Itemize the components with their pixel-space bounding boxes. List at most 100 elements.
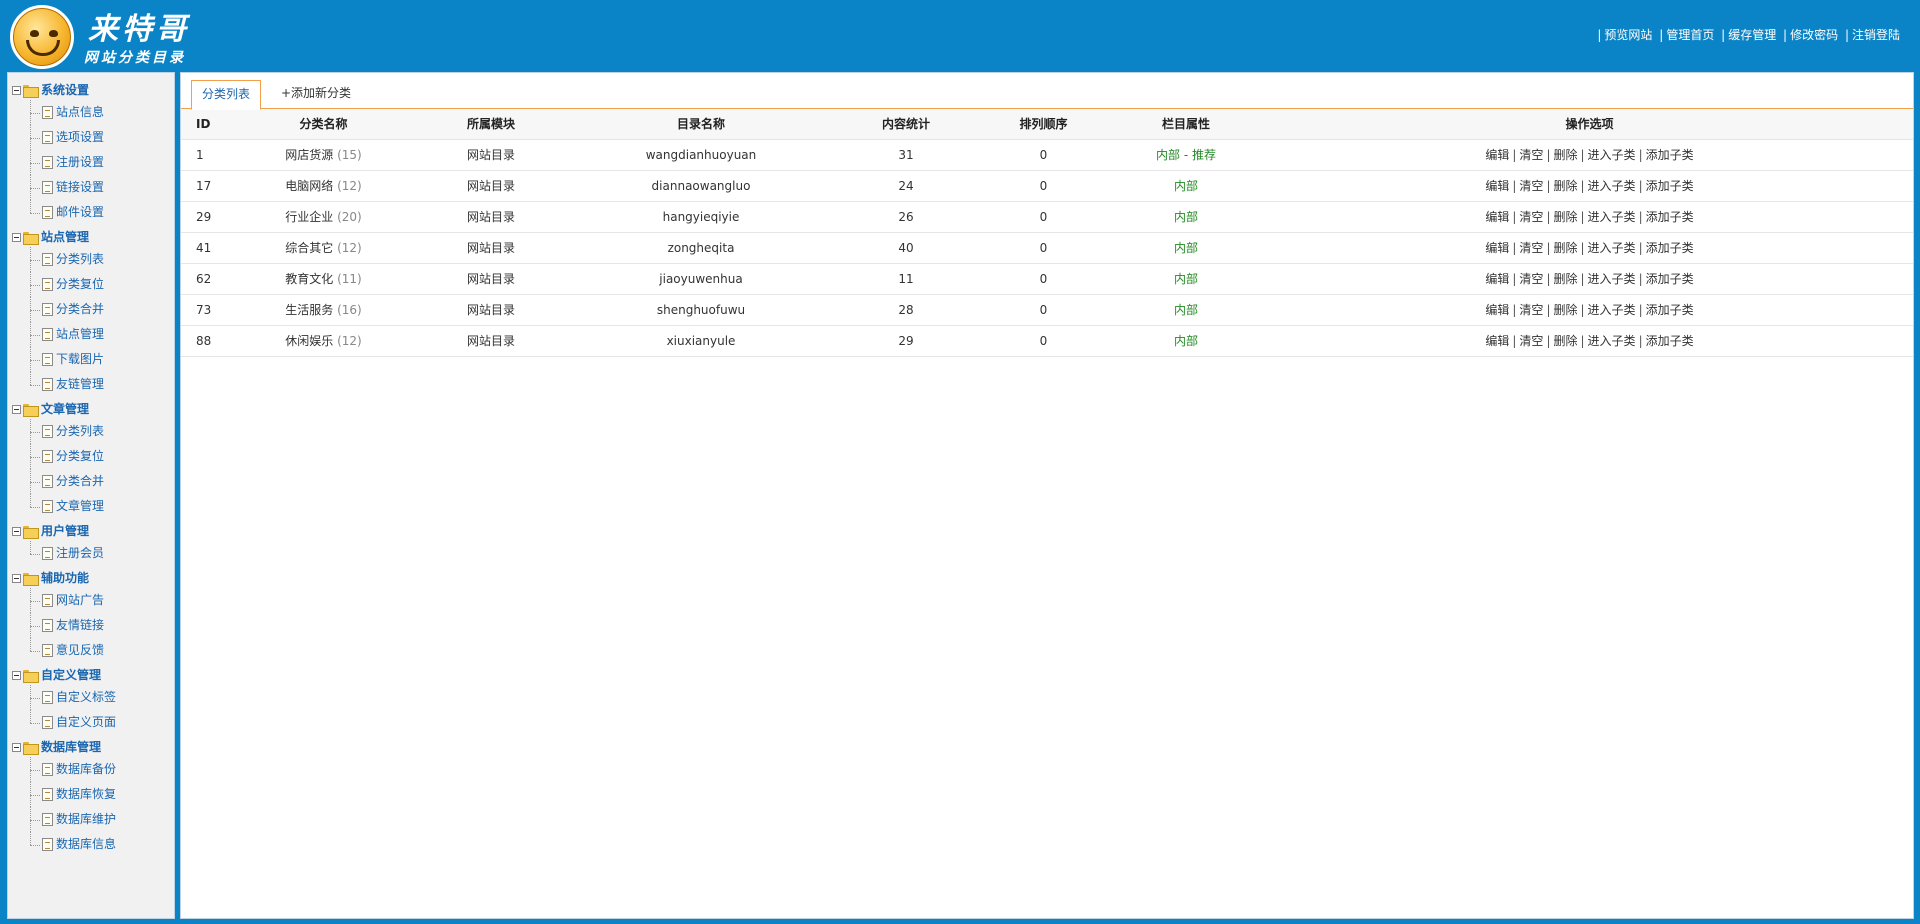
admin-home-link[interactable]: 管理首页 <box>1666 28 1714 42</box>
sidebar-item[interactable]: 数据库备份 <box>30 757 174 782</box>
logout-link[interactable]: 注销登陆 <box>1852 28 1900 42</box>
sidebar-item[interactable]: 邮件设置 <box>30 200 174 225</box>
sidebar-item[interactable]: 分类复位 <box>30 272 174 297</box>
sidebar-item[interactable]: 文章管理 <box>30 494 174 519</box>
delete-link[interactable]: 删除 <box>1553 272 1577 286</box>
sidebar-item[interactable]: 分类合并 <box>30 297 174 322</box>
collapse-icon[interactable] <box>12 404 21 414</box>
category-name[interactable]: 行业企业 <box>285 210 333 224</box>
sidebar-item[interactable]: 数据库信息 <box>30 832 174 857</box>
category-name[interactable]: 生活服务 <box>285 303 333 317</box>
category-name[interactable]: 休闲娱乐 <box>285 334 333 348</box>
enter-subcategory-link[interactable]: 进入子类 <box>1588 210 1636 224</box>
edit-link[interactable]: 编辑 <box>1485 241 1509 255</box>
add-subcategory-link[interactable]: 添加子类 <box>1646 272 1694 286</box>
sidebar-group-title[interactable]: 辅助功能 <box>12 568 174 588</box>
enter-subcategory-link[interactable]: 进入子类 <box>1588 148 1636 162</box>
sidebar-item[interactable]: 分类列表 <box>30 419 174 444</box>
clear-link[interactable]: 清空 <box>1519 334 1543 348</box>
collapse-icon[interactable] <box>12 232 21 242</box>
category-name[interactable]: 电脑网络 <box>285 179 333 193</box>
sidebar-item[interactable]: 选项设置 <box>30 125 174 150</box>
collapse-icon[interactable] <box>12 670 21 680</box>
sidebar-group-title[interactable]: 数据库管理 <box>12 737 174 757</box>
clear-link[interactable]: 清空 <box>1519 148 1543 162</box>
sidebar-item[interactable]: 站点管理 <box>30 322 174 347</box>
collapse-icon[interactable] <box>12 526 21 536</box>
add-subcategory-link[interactable]: 添加子类 <box>1646 148 1694 162</box>
clear-link[interactable]: 清空 <box>1519 303 1543 317</box>
category-name[interactable]: 教育文化 <box>285 272 333 286</box>
clear-link[interactable]: 清空 <box>1519 210 1543 224</box>
sidebar-item[interactable]: 意见反馈 <box>30 638 174 663</box>
sidebar-item[interactable]: 链接设置 <box>30 175 174 200</box>
page-icon <box>42 378 53 391</box>
enter-subcategory-link[interactable]: 进入子类 <box>1588 303 1636 317</box>
delete-link[interactable]: 删除 <box>1553 179 1577 193</box>
cache-manage-link[interactable]: 缓存管理 <box>1728 28 1776 42</box>
edit-link[interactable]: 编辑 <box>1485 272 1509 286</box>
sidebar-group-title[interactable]: 自定义管理 <box>12 665 174 685</box>
sidebar-item[interactable]: 自定义标签 <box>30 685 174 710</box>
sidebar-item[interactable]: 分类复位 <box>30 444 174 469</box>
sidebar-item-label: 分类列表 <box>56 424 105 438</box>
add-subcategory-link[interactable]: 添加子类 <box>1646 179 1694 193</box>
sidebar-item[interactable]: 下载图片 <box>30 347 174 372</box>
delete-link[interactable]: 删除 <box>1553 303 1577 317</box>
sidebar-item[interactable]: 分类列表 <box>30 247 174 272</box>
sidebar-item[interactable]: 分类合并 <box>30 469 174 494</box>
edit-link[interactable]: 编辑 <box>1485 334 1509 348</box>
sidebar-group: 辅助功能 网站广告 友情链接 意见反馈 <box>12 568 174 663</box>
sidebar-item[interactable]: 友链管理 <box>30 372 174 397</box>
sidebar-group-title[interactable]: 用户管理 <box>12 521 174 541</box>
separator: | <box>1638 334 1643 348</box>
collapse-icon[interactable] <box>12 742 21 752</box>
edit-link[interactable]: 编辑 <box>1485 210 1509 224</box>
cell-id: 73 <box>181 294 236 326</box>
folder-open-icon <box>23 231 39 245</box>
clear-link[interactable]: 清空 <box>1519 241 1543 255</box>
delete-link[interactable]: 删除 <box>1553 148 1577 162</box>
enter-subcategory-link[interactable]: 进入子类 <box>1588 241 1636 255</box>
enter-subcategory-link[interactable]: 进入子类 <box>1588 179 1636 193</box>
tab-add-category[interactable]: +添加新分类 <box>281 80 351 109</box>
sidebar-item[interactable]: 注册设置 <box>30 150 174 175</box>
collapse-icon[interactable] <box>12 573 21 583</box>
delete-link[interactable]: 删除 <box>1553 210 1577 224</box>
cell-attr: 内部 <box>1106 170 1266 202</box>
edit-link[interactable]: 编辑 <box>1485 179 1509 193</box>
col-module: 所属模块 <box>411 109 571 140</box>
delete-link[interactable]: 删除 <box>1553 241 1577 255</box>
sidebar-group-title[interactable]: 站点管理 <box>12 227 174 247</box>
change-password-link[interactable]: 修改密码 <box>1790 28 1838 42</box>
edit-link[interactable]: 编辑 <box>1485 148 1509 162</box>
sidebar-item[interactable]: 友情链接 <box>30 613 174 638</box>
tab-category-list[interactable]: 分类列表 <box>191 80 261 110</box>
clear-link[interactable]: 清空 <box>1519 272 1543 286</box>
sidebar-item[interactable]: 数据库维护 <box>30 807 174 832</box>
delete-link[interactable]: 删除 <box>1553 334 1577 348</box>
category-name[interactable]: 网店货源 <box>285 148 333 162</box>
sidebar-item[interactable]: 网站广告 <box>30 588 174 613</box>
page-icon <box>42 763 53 776</box>
preview-site-link[interactable]: 预览网站 <box>1604 28 1652 42</box>
add-subcategory-link[interactable]: 添加子类 <box>1646 210 1694 224</box>
page-icon <box>42 500 53 513</box>
add-subcategory-link[interactable]: 添加子类 <box>1646 334 1694 348</box>
sidebar-group-title[interactable]: 文章管理 <box>12 399 174 419</box>
sidebar-group-title[interactable]: 系统设置 <box>12 80 174 100</box>
add-subcategory-link[interactable]: 添加子类 <box>1646 303 1694 317</box>
sidebar-item[interactable]: 注册会员 <box>30 541 174 566</box>
sidebar-item[interactable]: 数据库恢复 <box>30 782 174 807</box>
separator: | <box>1580 179 1585 193</box>
category-name[interactable]: 综合其它 <box>285 241 333 255</box>
sidebar-item[interactable]: 站点信息 <box>30 100 174 125</box>
collapse-icon[interactable] <box>12 85 21 95</box>
enter-subcategory-link[interactable]: 进入子类 <box>1588 334 1636 348</box>
edit-link[interactable]: 编辑 <box>1485 303 1509 317</box>
enter-subcategory-link[interactable]: 进入子类 <box>1588 272 1636 286</box>
col-ops: 操作选项 <box>1266 109 1913 140</box>
sidebar-item[interactable]: 自定义页面 <box>30 710 174 735</box>
add-subcategory-link[interactable]: 添加子类 <box>1646 241 1694 255</box>
clear-link[interactable]: 清空 <box>1519 179 1543 193</box>
